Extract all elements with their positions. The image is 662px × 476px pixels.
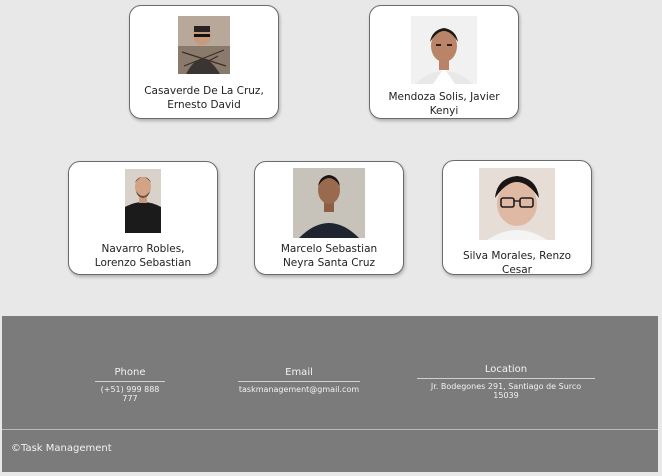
- member-photo: [125, 169, 161, 233]
- member-name: Silva Morales, Renzo Cesar: [462, 250, 572, 276]
- copyright-text: ©Task Management: [11, 443, 112, 454]
- team-member-card: Silva Morales, Renzo Cesar: [442, 160, 592, 276]
- footer-divider: [2, 429, 658, 430]
- member-photo: [178, 16, 230, 74]
- footer-email: Email taskmanagement@gmail.com: [238, 367, 360, 394]
- team-member-card: Mendoza Solis, Javier Kenyi: [369, 5, 519, 119]
- member-name: Mendoza Solis, Javier Kenyi: [388, 91, 500, 117]
- team-member-card: Marcelo Sebastian Neyra Santa Cruz: [254, 161, 404, 275]
- footer-phone-value: (+51) 999 888 777: [100, 385, 160, 403]
- footer-location-title: Location: [417, 364, 595, 379]
- member-photo: [479, 168, 555, 240]
- footer: Phone (+51) 999 888 777 Email taskmanage…: [2, 316, 658, 472]
- footer-phone-title: Phone: [95, 367, 165, 382]
- footer-phone: Phone (+51) 999 888 777: [95, 367, 165, 403]
- footer-location: Location Jr. Bodegones 291, Santiago de …: [417, 364, 595, 400]
- member-photo: [293, 168, 365, 238]
- footer-email-value[interactable]: taskmanagement@gmail.com: [238, 385, 360, 394]
- member-name: Marcelo Sebastian Neyra Santa Cruz: [280, 243, 378, 269]
- member-name: Casaverde De La Cruz, Ernesto David: [144, 85, 264, 111]
- team-member-card: Casaverde De La Cruz, Ernesto David: [129, 5, 279, 119]
- footer-email-title: Email: [238, 367, 360, 382]
- team-member-card: Navarro Robles, Lorenzo Sebastian: [68, 161, 218, 275]
- footer-location-value: Jr. Bodegones 291, Santiago de Surco 150…: [430, 382, 582, 400]
- member-photo: [411, 16, 477, 84]
- member-name: Navarro Robles, Lorenzo Sebastian: [94, 243, 192, 269]
